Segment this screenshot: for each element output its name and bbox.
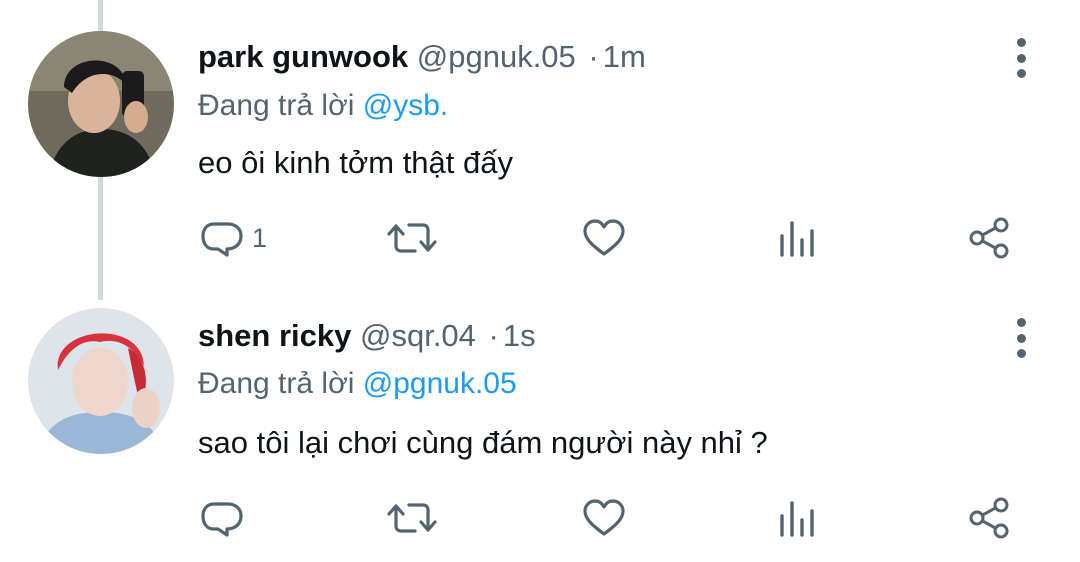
views-icon xyxy=(777,218,817,258)
replying-to: Đang trả lời @pgnuk.05 xyxy=(198,366,517,402)
avatar[interactable] xyxy=(28,31,174,177)
retweet-button[interactable] xyxy=(386,213,438,263)
author-name[interactable]: shen ricky xyxy=(198,318,351,353)
timestamp[interactable]: 1m xyxy=(603,39,646,74)
retweet-icon xyxy=(386,498,438,538)
replying-to-label: Đang trả lời xyxy=(198,89,355,122)
tweet-header: shen ricky @sqr.04 · 1s xyxy=(198,318,536,354)
replying-to-handle[interactable]: @ysb. xyxy=(363,89,448,122)
reply-button[interactable] xyxy=(200,493,252,543)
avatar[interactable] xyxy=(28,308,174,454)
reply-count: 1 xyxy=(252,222,268,253)
tweet-text: sao tôi lại chơi cùng đám người này nhỉ … xyxy=(198,425,768,460)
retweet-button[interactable] xyxy=(386,493,438,543)
views-button[interactable] xyxy=(777,213,817,263)
more-options-icon[interactable] xyxy=(1004,38,1038,78)
share-button[interactable] xyxy=(966,213,1012,263)
like-button[interactable] xyxy=(582,493,626,543)
views-icon xyxy=(777,498,817,538)
timestamp[interactable]: 1s xyxy=(503,318,536,353)
share-icon xyxy=(966,495,1012,541)
reply-icon xyxy=(200,498,244,538)
separator-dot: · xyxy=(488,318,499,353)
like-icon xyxy=(582,498,626,538)
like-icon xyxy=(582,218,626,258)
reply-icon xyxy=(200,218,244,258)
tweet-header: park gunwook @pgnuk.05 · 1m xyxy=(198,39,646,75)
author-name[interactable]: park gunwook xyxy=(198,39,408,74)
share-button[interactable] xyxy=(966,493,1012,543)
action-bar: 1 xyxy=(0,213,1080,263)
separator-dot: · xyxy=(588,39,599,74)
action-bar xyxy=(0,493,1080,543)
retweet-icon xyxy=(386,218,438,258)
like-button[interactable] xyxy=(582,213,626,263)
author-handle[interactable]: @sqr.04 xyxy=(360,318,476,353)
reply-button[interactable]: 1 xyxy=(200,213,267,263)
views-button[interactable] xyxy=(777,493,817,543)
author-handle[interactable]: @pgnuk.05 xyxy=(417,39,576,74)
replying-to-handle[interactable]: @pgnuk.05 xyxy=(363,367,517,400)
tweet-text: eo ôi kinh tởm thật đấy xyxy=(198,145,513,180)
more-options-icon[interactable] xyxy=(1004,318,1038,358)
replying-to: Đang trả lời @ysb. xyxy=(198,88,448,124)
replying-to-label: Đang trả lời xyxy=(198,367,355,400)
share-icon xyxy=(966,215,1012,261)
